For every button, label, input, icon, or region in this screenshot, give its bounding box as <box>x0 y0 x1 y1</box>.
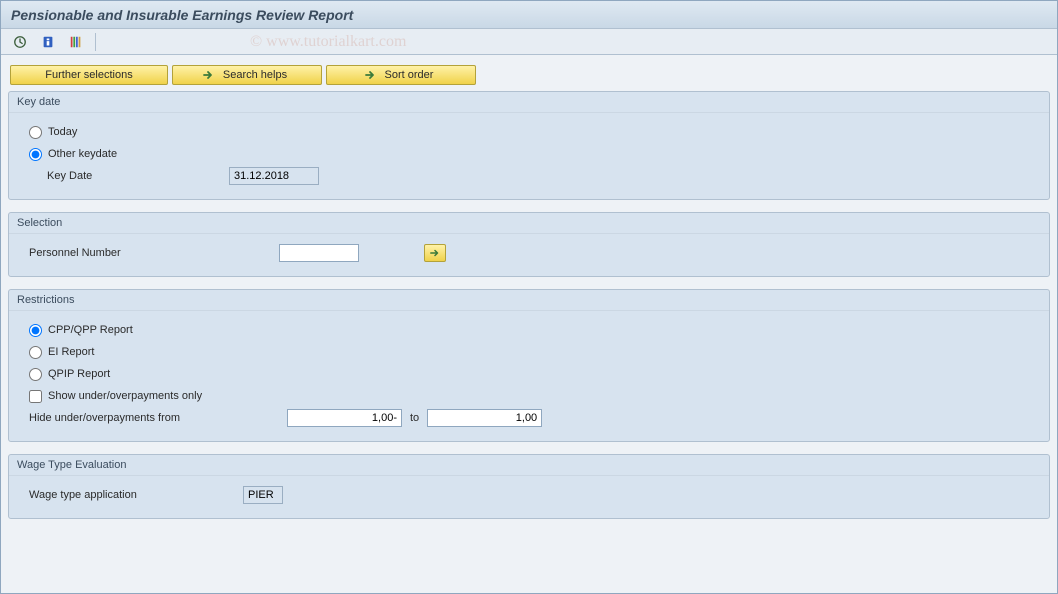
cpp-radio[interactable] <box>29 324 42 337</box>
restrictions-group: Restrictions CPP/QPP Report EI Report QP… <box>8 289 1050 442</box>
other-keydate-radio-label[interactable]: Other keydate <box>29 148 117 161</box>
personnel-number-field[interactable] <box>279 244 359 262</box>
selection-group: Selection Personnel Number <box>8 212 1050 277</box>
search-helps-button[interactable]: Search helps <box>172 65 322 85</box>
selection-button-row: Further selections Search helps Sort ord… <box>8 65 1050 85</box>
keydate-field[interactable] <box>229 167 319 185</box>
sort-order-button[interactable]: Sort order <box>326 65 476 85</box>
radio-text: QPIP Report <box>48 368 110 380</box>
cpp-radio-label[interactable]: CPP/QPP Report <box>29 324 133 337</box>
keydate-group: Key date Today Other keydate Key Date <box>8 91 1050 200</box>
personnel-number-label: Personnel Number <box>29 247 279 259</box>
execute-button[interactable] <box>9 32 31 52</box>
to-label: to <box>410 412 419 424</box>
arrow-right-icon <box>429 248 441 258</box>
radio-text: Other keydate <box>48 148 117 160</box>
variant-icon <box>69 35 83 49</box>
button-label: Search helps <box>223 69 287 81</box>
hide-overunder-label: Hide under/overpayments from <box>29 412 287 424</box>
group-title: Key date <box>9 92 1049 113</box>
toolbar-separator <box>95 33 96 51</box>
info-icon <box>41 35 55 49</box>
group-title: Restrictions <box>9 290 1049 311</box>
wagetype-group: Wage Type Evaluation Wage type applicati… <box>8 454 1050 519</box>
content-area: © www.tutorialkart.com Further selection… <box>1 55 1057 593</box>
further-selections-button[interactable]: Further selections <box>10 65 168 85</box>
button-label: Sort order <box>385 69 434 81</box>
clock-execute-icon <box>13 35 27 49</box>
today-radio-label[interactable]: Today <box>29 126 77 139</box>
ei-radio[interactable] <box>29 346 42 359</box>
radio-text: CPP/QPP Report <box>48 324 133 336</box>
radio-text: Today <box>48 126 77 138</box>
check-text: Show under/overpayments only <box>48 390 202 402</box>
multiple-selection-button[interactable] <box>424 244 446 262</box>
group-title: Wage Type Evaluation <box>9 455 1049 476</box>
app-toolbar <box>1 29 1057 55</box>
show-overunder-check-label[interactable]: Show under/overpayments only <box>29 390 202 403</box>
info-button[interactable] <box>37 32 59 52</box>
qpip-radio[interactable] <box>29 368 42 381</box>
today-radio[interactable] <box>29 126 42 139</box>
qpip-radio-label[interactable]: QPIP Report <box>29 368 110 381</box>
variant-button[interactable] <box>65 32 87 52</box>
app-window: Pensionable and Insurable Earnings Revie… <box>0 0 1058 594</box>
wage-type-app-label: Wage type application <box>29 489 243 501</box>
group-title: Selection <box>9 213 1049 234</box>
hide-from-field[interactable] <box>287 409 402 427</box>
show-overunder-checkbox[interactable] <box>29 390 42 403</box>
arrow-right-icon <box>201 68 215 82</box>
other-keydate-radio[interactable] <box>29 148 42 161</box>
button-label: Further selections <box>45 69 132 81</box>
radio-text: EI Report <box>48 346 94 358</box>
hide-to-field[interactable] <box>427 409 542 427</box>
ei-radio-label[interactable]: EI Report <box>29 346 94 359</box>
page-title: Pensionable and Insurable Earnings Revie… <box>1 1 1057 29</box>
keydate-label: Key Date <box>29 170 229 182</box>
wage-type-app-field[interactable] <box>243 486 283 504</box>
arrow-right-icon <box>363 68 377 82</box>
